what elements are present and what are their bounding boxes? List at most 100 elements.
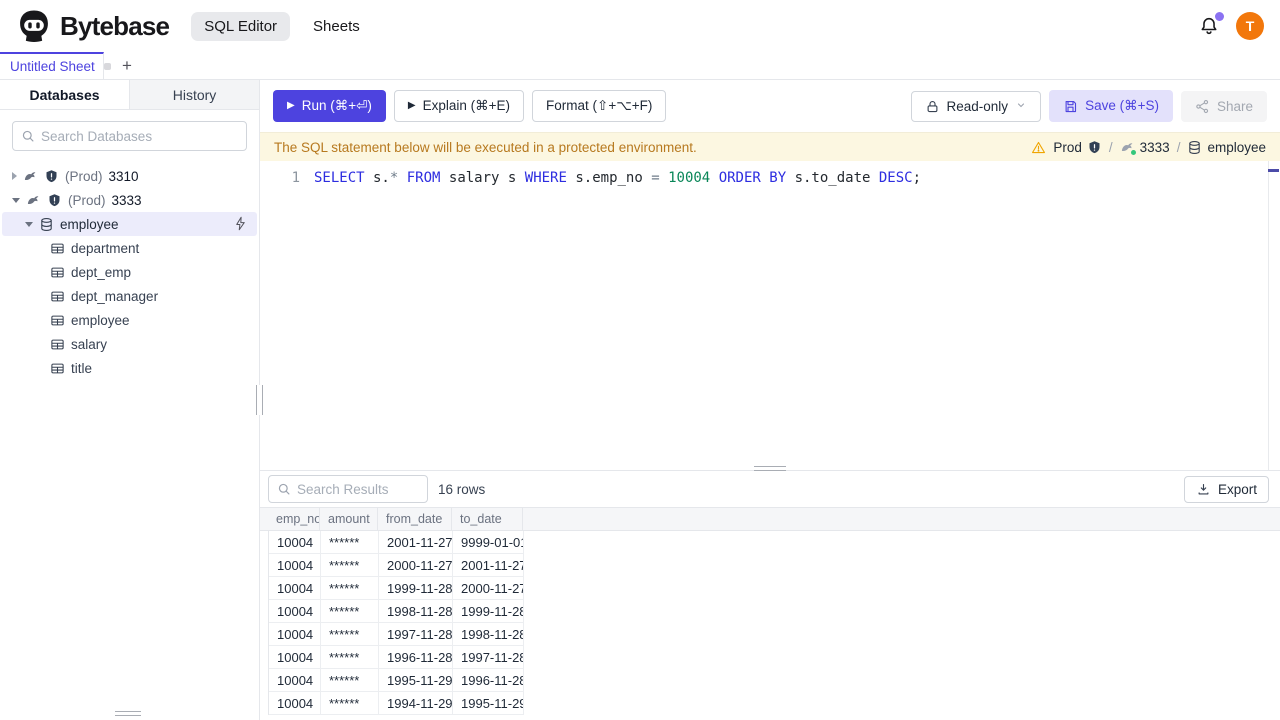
table-name: dept_emp — [71, 264, 132, 280]
table-cell: ****** — [321, 600, 379, 622]
search-databases-input[interactable] — [41, 128, 238, 144]
database-crumb[interactable]: employee — [1187, 140, 1266, 155]
sidebar-table-title[interactable]: title — [0, 356, 259, 380]
explain-button[interactable]: ▶ Explain (⌘+E) — [393, 90, 525, 122]
table-cell: 1994-11-29 — [379, 692, 453, 714]
table-row[interactable]: 10004 ****** 1994-11-29 1995-11-29 — [269, 692, 524, 715]
chevron-down-icon — [12, 197, 20, 203]
download-icon — [1198, 483, 1209, 494]
tab-untitled-sheet[interactable]: Untitled Sheet — [0, 52, 111, 79]
share-button[interactable]: Share — [1180, 90, 1267, 122]
instance-prod-3310[interactable]: (Prod) 3310 — [0, 164, 259, 188]
column-header-to_date[interactable]: to_date — [452, 508, 523, 530]
new-sheet-button[interactable]: + — [116, 52, 138, 79]
sidebar-resize-handle[interactable] — [256, 385, 263, 415]
connection-breadcrumb: Prod / 3333 / employee — [1031, 140, 1266, 155]
breadcrumb-separator: / — [1108, 139, 1113, 155]
format-button[interactable]: Format (⇧+⌥+F) — [532, 90, 667, 122]
results-search[interactable] — [268, 475, 428, 503]
sheet-tab-bar: Untitled Sheet + — [0, 52, 1280, 80]
run-button[interactable]: ▶ Run (⌘+⏎) — [273, 90, 386, 122]
notifications-button[interactable] — [1198, 12, 1224, 37]
tab-databases[interactable]: Databases — [0, 80, 130, 109]
line-number: 1 — [291, 170, 300, 186]
workspace-body: Databases History (Prod) 3310 — [0, 80, 1280, 720]
database-icon — [39, 217, 54, 232]
table-cell: 10004 — [269, 600, 321, 622]
splitter-handle[interactable] — [754, 466, 786, 471]
sidebar-table-employee[interactable]: employee — [0, 308, 259, 332]
header-actions: T — [1198, 12, 1264, 40]
play-icon: ▶ — [287, 100, 295, 111]
results-table: emp_no amount from_date to_date 10004 ******… — [260, 507, 1280, 720]
table-cell: ****** — [321, 623, 379, 645]
column-header-from_date[interactable]: from_date — [378, 508, 452, 530]
table-row[interactable]: 10004 ****** 1995-11-29 1996-11-28 — [269, 669, 524, 692]
table-cell: ****** — [321, 554, 379, 576]
instance-name: 3310 — [108, 168, 139, 184]
table-cell: ****** — [321, 577, 379, 599]
environment-badge[interactable]: Prod — [1053, 140, 1102, 155]
search-results-input[interactable] — [297, 481, 419, 497]
sidebar: Databases History (Prod) 3310 — [0, 80, 263, 720]
column-header-emp_no[interactable]: emp_no — [268, 508, 320, 530]
table-cell: 10004 — [269, 692, 321, 714]
avatar[interactable]: T — [1236, 12, 1264, 40]
instance-crumb[interactable]: 3333 — [1120, 140, 1170, 155]
chevron-right-icon — [12, 172, 17, 180]
table-list: department dept_emp dept_manager employee sa… — [0, 236, 259, 380]
play-icon: ▶ — [407, 100, 416, 111]
code-line-content: SELECT s.* FROM salary s WHERE s.emp_no … — [314, 170, 922, 186]
table-cell: 10004 — [269, 554, 321, 576]
table-row[interactable]: 10004 ****** 1996-11-28 1997-11-28 — [269, 646, 524, 669]
table-cell: 2001-11-27 — [453, 554, 524, 576]
table-cell: 2000-11-27 — [379, 554, 453, 576]
sidebar-bottom-resize-handle[interactable] — [115, 711, 141, 716]
table-cell: ****** — [321, 692, 379, 714]
table-cell: 10004 — [269, 646, 321, 668]
table-row[interactable]: 10004 ****** 1998-11-28 1999-11-28 — [269, 600, 524, 623]
database-search[interactable] — [12, 121, 247, 151]
table-row[interactable]: 10004 ****** 2001-11-27 9999-01-01 — [269, 531, 524, 554]
sidebar-table-dept_manager[interactable]: dept_manager — [0, 284, 259, 308]
sheet-tab-label: Untitled Sheet — [10, 59, 95, 74]
table-cell: 2001-11-27 — [379, 531, 453, 553]
search-icon — [22, 130, 34, 142]
connect-bolt-icon[interactable] — [233, 216, 248, 234]
table-cell: 9999-01-01 — [453, 531, 524, 553]
table-cell: 1997-11-28 — [379, 623, 453, 645]
nav-sql-editor[interactable]: SQL Editor — [191, 11, 291, 41]
search-icon — [278, 483, 290, 495]
database-employee[interactable]: employee — [2, 212, 257, 236]
table-name: title — [71, 360, 93, 376]
table-row[interactable]: 10004 ****** 1999-11-28 2000-11-27 — [269, 577, 524, 600]
instance-env: (Prod) — [68, 192, 106, 208]
table-name: employee — [71, 312, 130, 328]
table-cell: 10004 — [269, 531, 321, 553]
sql-code-editor[interactable]: 1 SELECT s.* FROM salary s WHERE s.emp_n… — [260, 161, 1280, 470]
table-cell: 1996-11-28 — [453, 669, 524, 691]
shield-alert-icon — [47, 193, 62, 208]
table-cell: 1999-11-28 — [453, 600, 524, 622]
sidebar-table-salary[interactable]: salary — [0, 332, 259, 356]
brand[interactable]: Bytebase — [16, 8, 170, 44]
readonly-mode-dropdown[interactable]: Read-only — [910, 90, 1042, 122]
tab-history[interactable]: History — [130, 80, 259, 109]
table-row[interactable]: 10004 ****** 1997-11-28 1998-11-28 — [269, 623, 524, 646]
instance-prod-3333[interactable]: (Prod) 3333 — [0, 188, 259, 212]
database-tree: (Prod) 3310 (Prod) 3333 employee departm… — [0, 162, 259, 720]
table-name: salary — [71, 336, 108, 352]
sidebar-table-department[interactable]: department — [0, 236, 259, 260]
nav-sheets[interactable]: Sheets — [300, 12, 373, 41]
brand-name: Bytebase — [60, 10, 170, 41]
save-button[interactable]: Save (⌘+S) — [1049, 90, 1173, 122]
sidebar-table-dept_emp[interactable]: dept_emp — [0, 260, 259, 284]
export-button[interactable]: Export — [1183, 475, 1269, 503]
table-row[interactable]: 10004 ****** 2000-11-27 2001-11-27 — [269, 554, 524, 577]
notification-dot — [1215, 12, 1224, 21]
table-cell: 1996-11-28 — [379, 646, 453, 668]
table-cell: ****** — [321, 646, 379, 668]
sidebar-tabs: Databases History — [0, 80, 259, 110]
table-cell: 1999-11-28 — [379, 577, 453, 599]
column-header-amount[interactable]: amount — [320, 508, 378, 530]
